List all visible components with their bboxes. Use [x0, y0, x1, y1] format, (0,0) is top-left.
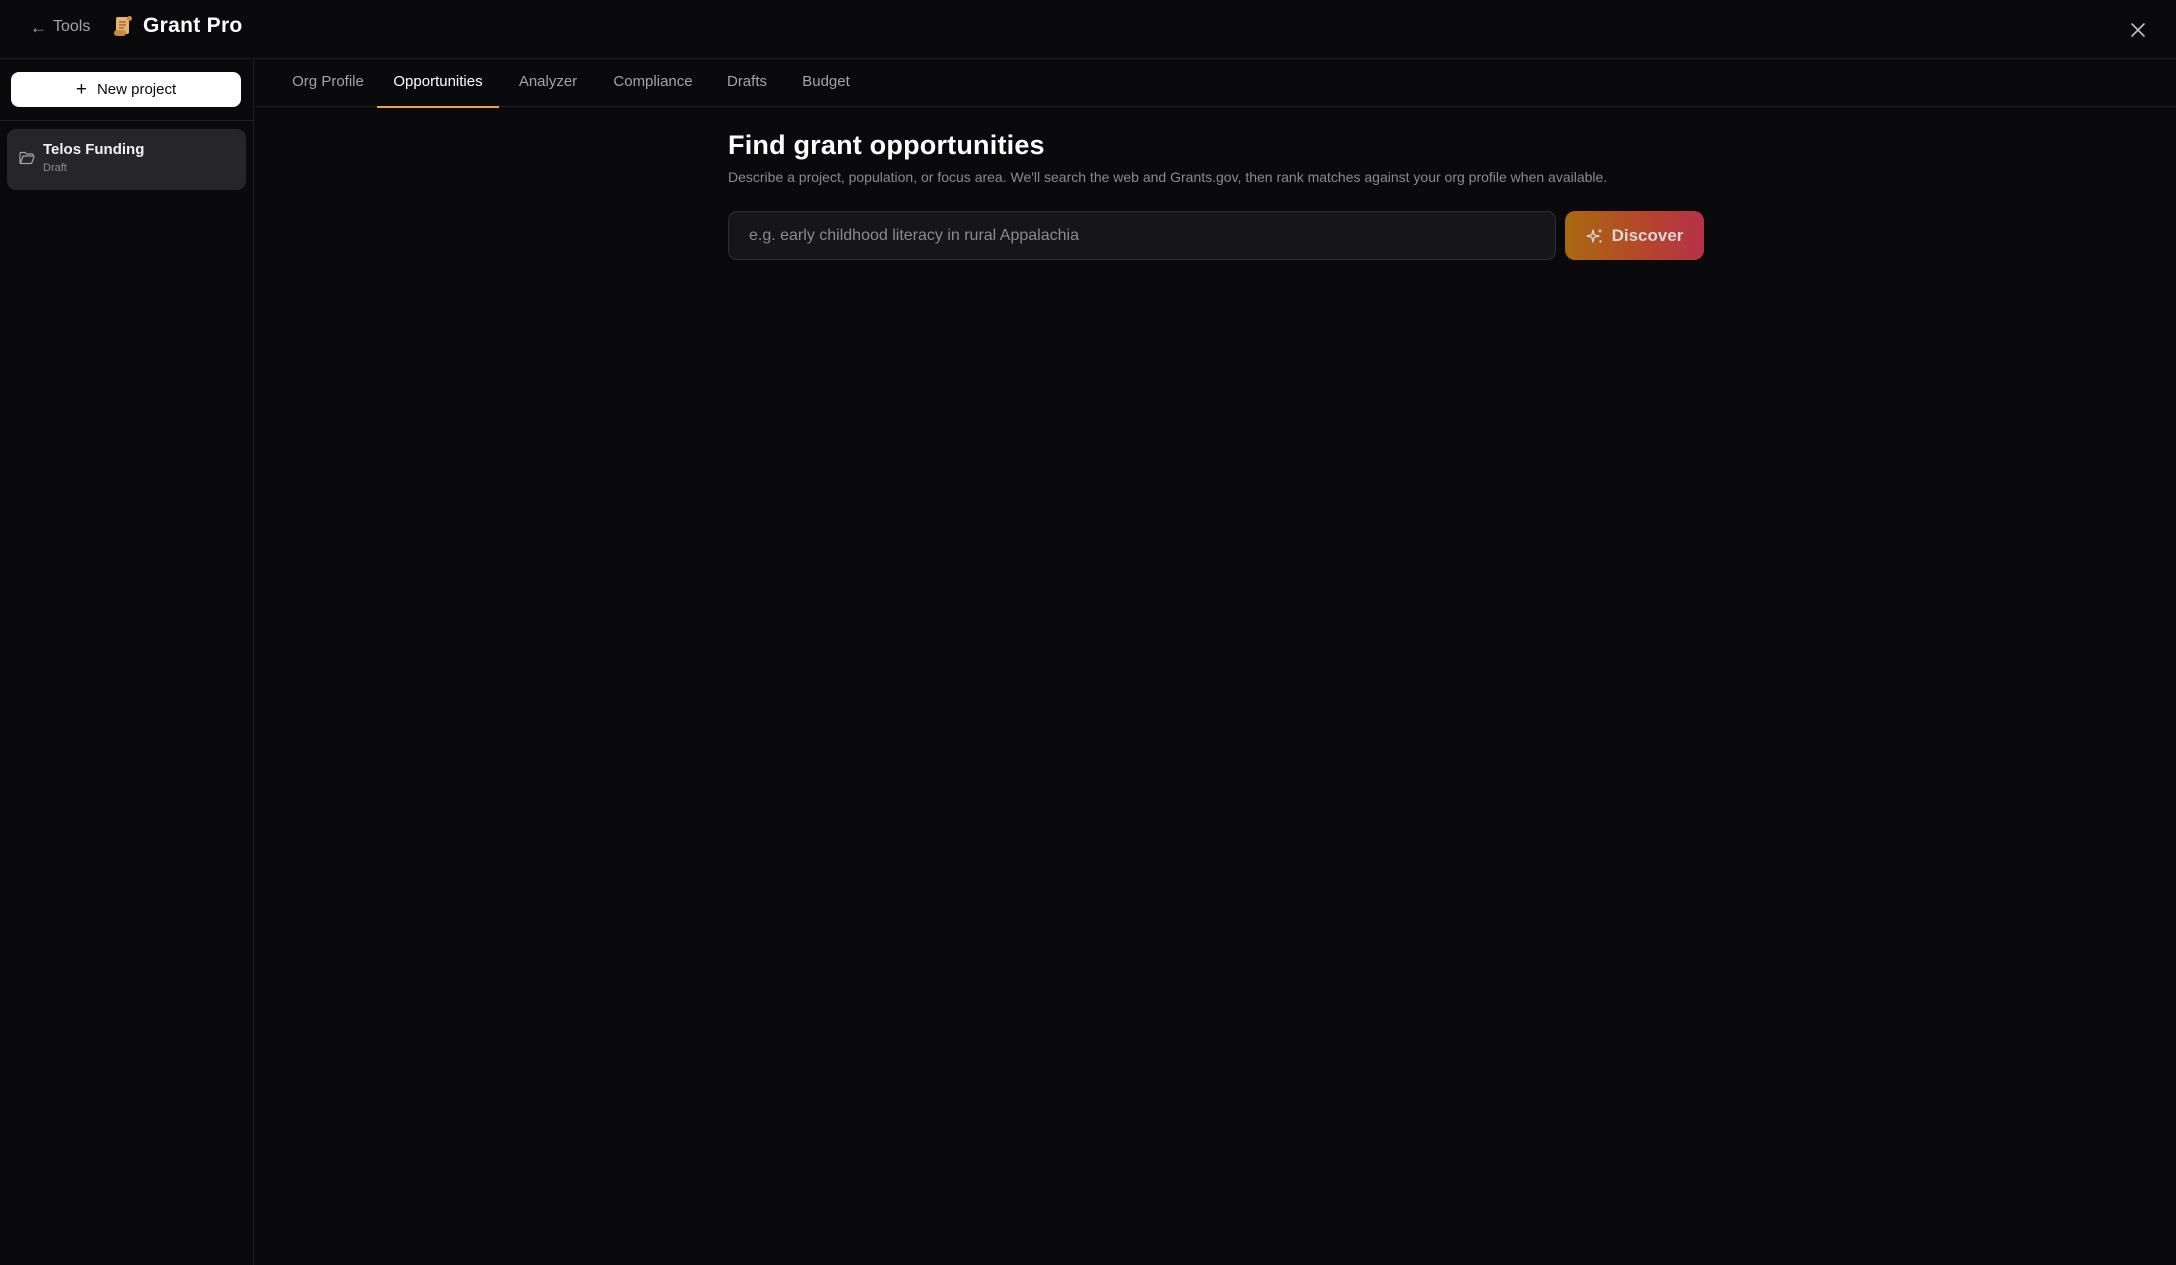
page-title: Find grant opportunities: [728, 130, 1045, 160]
tab-bar: Org Profile Opportunities Analyzer Compl…: [255, 60, 2176, 108]
project-item[interactable]: Telos Funding Draft: [7, 129, 246, 190]
tab-org-profile[interactable]: Org Profile: [287, 60, 369, 107]
project-status: Draft: [43, 162, 67, 174]
search-input[interactable]: [728, 211, 1556, 260]
new-project-button[interactable]: + New project: [11, 72, 241, 107]
discover-label: Discover: [1611, 225, 1684, 245]
plus-icon: +: [75, 79, 87, 100]
sidebar-divider: [0, 120, 254, 121]
tab-budget[interactable]: Budget: [801, 60, 851, 107]
scroll-icon: [113, 15, 133, 37]
back-label: Tools: [53, 18, 91, 35]
app-brand: Grant Pro: [113, 14, 243, 38]
page-subtitle: Describe a project, population, or focus…: [728, 169, 1608, 185]
new-project-label: New project: [96, 81, 177, 98]
close-icon: [2131, 23, 2145, 37]
arrow-left-icon: ←: [30, 17, 47, 37]
sidebar: + New project Telos Funding Draft: [0, 60, 254, 1265]
tab-drafts[interactable]: Drafts: [726, 60, 768, 107]
tab-compliance[interactable]: Compliance: [612, 60, 694, 107]
close-button[interactable]: [2124, 16, 2152, 44]
sparkles-icon: [1585, 228, 1603, 243]
app-title: Grant Pro: [143, 14, 243, 37]
top-bar: ← Tools Grant Pro: [0, 0, 2176, 59]
tab-opportunities[interactable]: Opportunities: [377, 60, 499, 108]
discover-button[interactable]: Discover: [1565, 211, 1704, 260]
tab-analyzer[interactable]: Analyzer: [518, 60, 578, 107]
project-name: Telos Funding: [43, 141, 145, 158]
back-to-tools-link[interactable]: ← Tools: [30, 18, 90, 36]
folder-open-icon: [19, 151, 35, 170]
